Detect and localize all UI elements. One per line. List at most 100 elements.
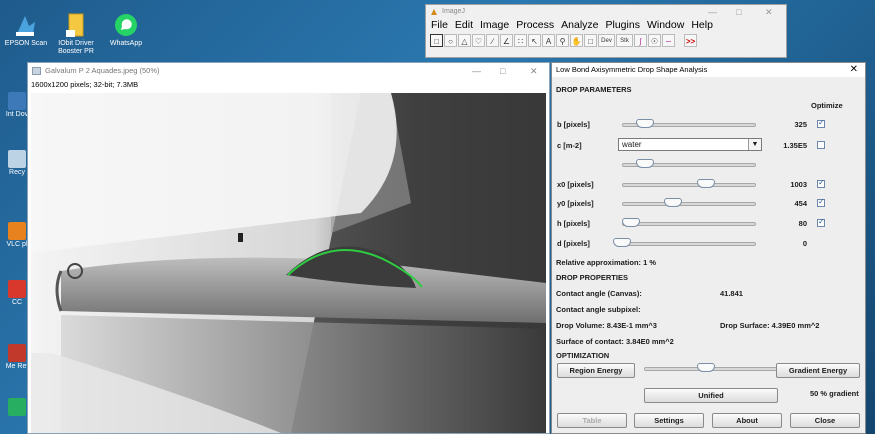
slider-c[interactable] [622,159,756,168]
param-value-d: 0 [802,239,807,248]
desktop-icon-label: CC [11,299,23,306]
desktop-icon-label: Me Ref [5,363,29,370]
menu-image[interactable]: Image [480,19,509,32]
image-canvas[interactable] [31,93,546,433]
slider-thumb[interactable] [663,198,682,207]
angle-tool-icon[interactable]: ∠ [500,34,513,47]
pencil-tool-icon[interactable]: ☉ [648,34,661,47]
desktop-icon-whatsapp[interactable]: WhatsApp [104,12,148,48]
slider-thumb[interactable] [635,159,654,168]
slider-thumb[interactable] [697,179,716,188]
desktop-icon-epson-scan[interactable]: EPSON Scan [4,12,48,48]
minimize-icon[interactable]: — [708,5,717,19]
image-info: 1600x1200 pixels; 32-bit; 7.3MB [31,80,139,89]
freehand-tool-icon[interactable]: ♡ [472,34,485,47]
desktop-icon-label: WhatsApp [109,40,143,47]
contact-angle-value: 41.841 [720,289,743,298]
dev-tool-icon[interactable]: Dev [598,34,615,47]
wand-tool-icon[interactable]: ↖ [528,34,541,47]
maximize-icon[interactable]: □ [736,5,741,19]
surface-of-contact: Surface of contact: 3.84E0 mm^2 [556,337,674,346]
text-tool-icon[interactable]: A [542,34,555,47]
slider-y0[interactable] [622,198,756,207]
image-window: Galvalum P 2 Aquades.jpeg (50%) — □ ✕ 16… [27,62,550,434]
optimize-checkbox-y0[interactable] [817,197,825,207]
param-label-b: b [pixels] [557,120,590,129]
slider-d[interactable] [613,238,756,247]
gradient-energy-button[interactable]: Gradient Energy [776,363,860,378]
minimize-icon[interactable]: — [472,63,481,79]
dropper-tool-icon[interactable]: □ [584,34,597,47]
close-button[interactable]: Close [790,413,860,428]
app-icon [8,92,26,110]
param-value-h: 80 [798,219,807,228]
menu-process[interactable]: Process [516,19,554,32]
param-value-x0: 1003 [790,180,807,189]
stk-tool-icon[interactable]: Stk [616,34,633,47]
slider-thumb[interactable] [622,218,641,227]
lbadsa-panel: Low Bond Axisymmetric Drop Shape Analysi… [551,62,866,434]
param-label-y0: y0 [pixels] [557,199,594,208]
liquid-select[interactable]: water ▼ [618,138,762,151]
settings-button[interactable]: Settings [634,413,704,428]
unified-button[interactable]: Unified [644,388,778,403]
image-file-icon [32,67,41,75]
contact-angle-label: Contact angle (Canvas): [556,289,642,298]
optimize-checkbox-b[interactable] [817,118,825,128]
menu-help[interactable]: Help [691,19,713,32]
slider-thumb[interactable] [613,238,631,247]
slider-track [622,242,756,246]
region-energy-button[interactable]: Region Energy [557,363,635,378]
optimization-slider[interactable] [644,363,778,372]
imagej-title: ImageJ [442,8,465,15]
line-tool-icon[interactable]: ∕ [486,34,499,47]
gradient-percent: 50 % gradient [810,389,859,398]
about-button[interactable]: About [712,413,782,428]
param-label-d: d [pixels] [557,239,590,248]
close-icon[interactable]: ✕ [850,63,858,77]
oval-tool-icon[interactable]: ○ [444,34,457,47]
desktop-icon-label: EPSON Scan [4,40,48,47]
param-label-h: h [pixels] [557,219,590,228]
more-tools-icon[interactable]: >> [684,34,697,47]
desktop-icon-iobit[interactable]: IObit Driver Booster PR [54,12,98,56]
vlc-icon [8,222,26,240]
optimize-checkbox-c[interactable] [817,141,825,149]
menu-edit[interactable]: Edit [455,19,473,32]
drop-volume: Drop Volume: 8.43E-1 mm^3 [556,321,657,330]
rectangle-tool-icon[interactable]: □ [430,34,443,47]
table-button[interactable]: Table [557,413,627,428]
menu-file[interactable]: File [431,19,448,32]
slider-track [622,202,756,206]
recycle-bin-icon [8,150,26,168]
slider-b[interactable] [622,119,756,128]
desktop-icon-label: IObit Driver Booster PR [58,40,94,55]
slider-x0[interactable] [622,179,756,188]
close-icon[interactable]: ✕ [765,5,773,19]
hand-tool-icon[interactable]: ✋ [570,34,583,47]
menu-analyze[interactable]: Analyze [561,19,598,32]
imagej-titlebar: ImageJ — □ ✕ [426,5,786,19]
slider-thumb[interactable] [696,363,715,372]
contact-angle-subpixel-label: Contact angle subpixel: [556,305,641,314]
brush-tool-icon[interactable]: ∫ [634,34,647,47]
app-icon [8,344,26,362]
param-label-c: c [m-2] [557,141,582,150]
slider-track [622,183,756,187]
point-tool-icon[interactable]: ∷ [514,34,527,47]
optimize-checkbox-x0[interactable] [817,178,825,188]
image-window-titlebar: Galvalum P 2 Aquades.jpeg (50%) — □ ✕ [28,63,549,79]
maximize-icon[interactable]: □ [500,63,505,79]
spline-tool-icon[interactable]: ∽ [662,34,675,47]
slider-thumb[interactable] [635,119,654,128]
imagej-logo-icon [431,9,437,15]
menu-plugins[interactable]: Plugins [606,19,640,32]
magnifier-tool-icon[interactable]: ⚲ [556,34,569,47]
close-icon[interactable]: ✕ [530,63,538,79]
menu-window[interactable]: Window [647,19,684,32]
app-icon [8,280,26,298]
drop-surface: Drop Surface: 4.39E0 mm^2 [720,321,820,330]
slider-h[interactable] [622,218,756,227]
optimize-checkbox-h[interactable] [817,217,825,227]
polygon-tool-icon[interactable]: △ [458,34,471,47]
